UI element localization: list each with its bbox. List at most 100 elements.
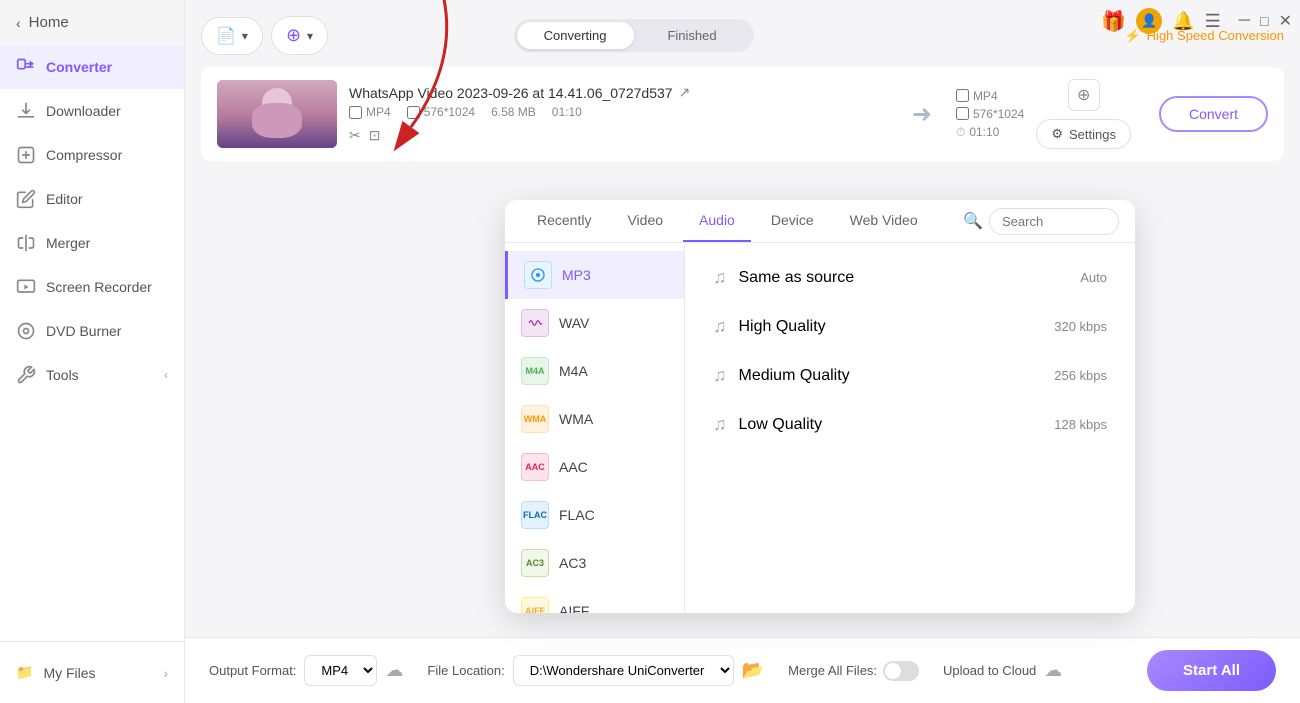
settings-button[interactable]: ⚙ Settings — [1036, 119, 1131, 149]
sidebar-bottom: 📁 My Files › — [0, 641, 184, 703]
converter-icon — [16, 57, 36, 77]
resolution-from-check[interactable]: 576*1024 — [407, 105, 475, 119]
format-item-flac[interactable]: FLAC FLAC — [505, 491, 684, 539]
duration-from: 01:10 — [552, 105, 582, 119]
downloader-icon — [16, 101, 36, 121]
resolution-to-check[interactable]: 576*1024 — [956, 107, 1024, 121]
bottom-bar: Output Format: MP4 ☁ File Location: D:\W… — [185, 637, 1300, 703]
tab-audio[interactable]: Audio — [683, 200, 751, 242]
quality-value: 128 kbps — [1054, 417, 1107, 432]
sidebar-item-dvd-burner[interactable]: DVD Burner — [0, 309, 184, 353]
plus-icon: ⊕ — [286, 25, 301, 46]
sidebar-item-downloader[interactable]: Downloader — [0, 89, 184, 133]
tab-device[interactable]: Device — [755, 200, 830, 242]
sidebar-item-tools[interactable]: Tools ‹ — [0, 353, 184, 397]
start-all-button[interactable]: Start All — [1147, 650, 1276, 691]
flac-icon: FLAC — [521, 501, 549, 529]
add-btn[interactable]: ⊕ ▾ — [271, 16, 328, 55]
file-location-select[interactable]: D:\Wondershare UniConverter — [513, 655, 734, 686]
format-from-check[interactable]: MP4 — [349, 105, 391, 119]
maximize-btn[interactable]: □ — [1260, 13, 1268, 29]
quality-value: Auto — [1080, 270, 1107, 285]
chevron-left-icon: ‹ — [16, 15, 21, 31]
resolution-checkbox[interactable] — [407, 106, 420, 119]
output-format-field: Output Format: MP4 ☁ — [209, 655, 403, 686]
crop-icon[interactable]: ⊡ — [369, 127, 381, 144]
file-info: WhatsApp Video 2023-09-26 at 14.41.06_07… — [349, 84, 888, 144]
sidebar-item-merger[interactable]: Merger — [0, 221, 184, 265]
minimize-btn[interactable]: ─ — [1239, 12, 1250, 30]
convert-button[interactable]: Convert — [1159, 96, 1268, 132]
cut-icon[interactable]: ✂ — [349, 127, 361, 144]
format-checkbox[interactable] — [349, 106, 362, 119]
sidebar-item-screen-recorder[interactable]: Screen Recorder — [0, 265, 184, 309]
sidebar-home[interactable]: ‹ Home — [0, 0, 184, 45]
tools-icon — [16, 365, 36, 385]
music-icon: ♫ — [713, 316, 727, 337]
add-btn-label: ▾ — [307, 29, 313, 43]
format-item-ac3[interactable]: AC3 AC3 — [505, 539, 684, 587]
my-files-label: My Files — [43, 665, 95, 681]
quality-name: Medium Quality — [739, 367, 850, 385]
tab-finished[interactable]: Finished — [634, 22, 751, 49]
quality-same-as-source[interactable]: ♫ Same as source Auto — [693, 255, 1127, 300]
ac3-icon: AC3 — [521, 549, 549, 577]
format-label: WAV — [559, 315, 589, 331]
format-item-m4a[interactable]: M4A M4A — [505, 347, 684, 395]
music-icon: ♫ — [713, 365, 727, 386]
tab-recently[interactable]: Recently — [521, 200, 607, 242]
add-files-button[interactable]: 📄 ▾ — [201, 17, 263, 55]
quality-name: High Quality — [739, 318, 826, 336]
resolution-to-checkbox[interactable] — [956, 107, 969, 120]
copy-icon[interactable]: ⊕ — [1068, 79, 1100, 111]
format-label: WMA — [559, 411, 593, 427]
tab-web-video[interactable]: Web Video — [834, 200, 934, 242]
compressor-icon — [16, 145, 36, 165]
cloud-upload-icon[interactable]: ☁ — [385, 660, 403, 681]
quality-low[interactable]: ♫ Low Quality 128 kbps — [693, 402, 1127, 447]
cloud-icon[interactable]: ☁ — [1044, 660, 1062, 681]
file-location-label: File Location: — [427, 663, 504, 678]
add-file-label: ▾ — [242, 29, 248, 43]
sidebar-item-label: Downloader — [46, 103, 121, 119]
format-to-check[interactable]: MP4 — [956, 89, 1024, 103]
format-to-checkbox[interactable] — [956, 89, 969, 102]
sidebar-item-editor[interactable]: Editor — [0, 177, 184, 221]
folder-icon: 📁 — [16, 664, 33, 681]
folder-open-icon[interactable]: 📂 — [742, 660, 764, 681]
window-controls: 🎁 👤 🔔 ☰ ─ □ ✕ — [1101, 8, 1292, 34]
sidebar-my-files[interactable]: 📁 My Files › — [0, 652, 184, 693]
resolution-to: 576*1024 — [973, 107, 1024, 121]
bell-icon[interactable]: 🔔 — [1172, 11, 1194, 32]
gear-icon: ⚙ — [1051, 126, 1063, 142]
sidebar-item-converter[interactable]: Converter — [0, 45, 184, 89]
gift-icon[interactable]: 🎁 — [1101, 9, 1126, 34]
aiff-icon: AIFF — [521, 597, 549, 613]
user-icon[interactable]: 👤 — [1136, 8, 1162, 34]
tab-video[interactable]: Video — [611, 200, 679, 242]
tab-converting[interactable]: Converting — [517, 22, 634, 49]
menu-icon[interactable]: ☰ — [1205, 11, 1221, 32]
close-btn[interactable]: ✕ — [1279, 11, 1292, 31]
quality-high[interactable]: ♫ High Quality 320 kbps — [693, 304, 1127, 349]
format-item-wma[interactable]: WMA WMA — [505, 395, 684, 443]
quality-value: 256 kbps — [1054, 368, 1107, 383]
collapse-icon: ‹ — [164, 368, 168, 382]
merge-toggle-switch[interactable] — [883, 661, 919, 681]
format-item-wav[interactable]: WAV — [505, 299, 684, 347]
merger-icon — [16, 233, 36, 253]
chevron-right-icon: › — [163, 665, 168, 681]
sidebar-item-label: Editor — [46, 191, 83, 207]
screen-recorder-icon — [16, 277, 36, 297]
search-input[interactable] — [989, 208, 1119, 235]
format-item-aiff[interactable]: AIFF AIFF — [505, 587, 684, 613]
content-area: 📄 ▾ ⊕ ▾ Converting Finished ⚡ High Speed… — [185, 0, 1300, 637]
format-item-mp3[interactable]: MP3 — [505, 251, 684, 299]
format-label: AC3 — [559, 555, 586, 571]
quality-medium[interactable]: ♫ Medium Quality 256 kbps — [693, 353, 1127, 398]
external-link-icon[interactable]: ↗ — [679, 84, 691, 101]
format-item-aac[interactable]: AAC AAC — [505, 443, 684, 491]
add-file-icon: 📄 — [216, 26, 236, 46]
sidebar-item-compressor[interactable]: Compressor — [0, 133, 184, 177]
output-format-select[interactable]: MP4 — [304, 655, 377, 686]
